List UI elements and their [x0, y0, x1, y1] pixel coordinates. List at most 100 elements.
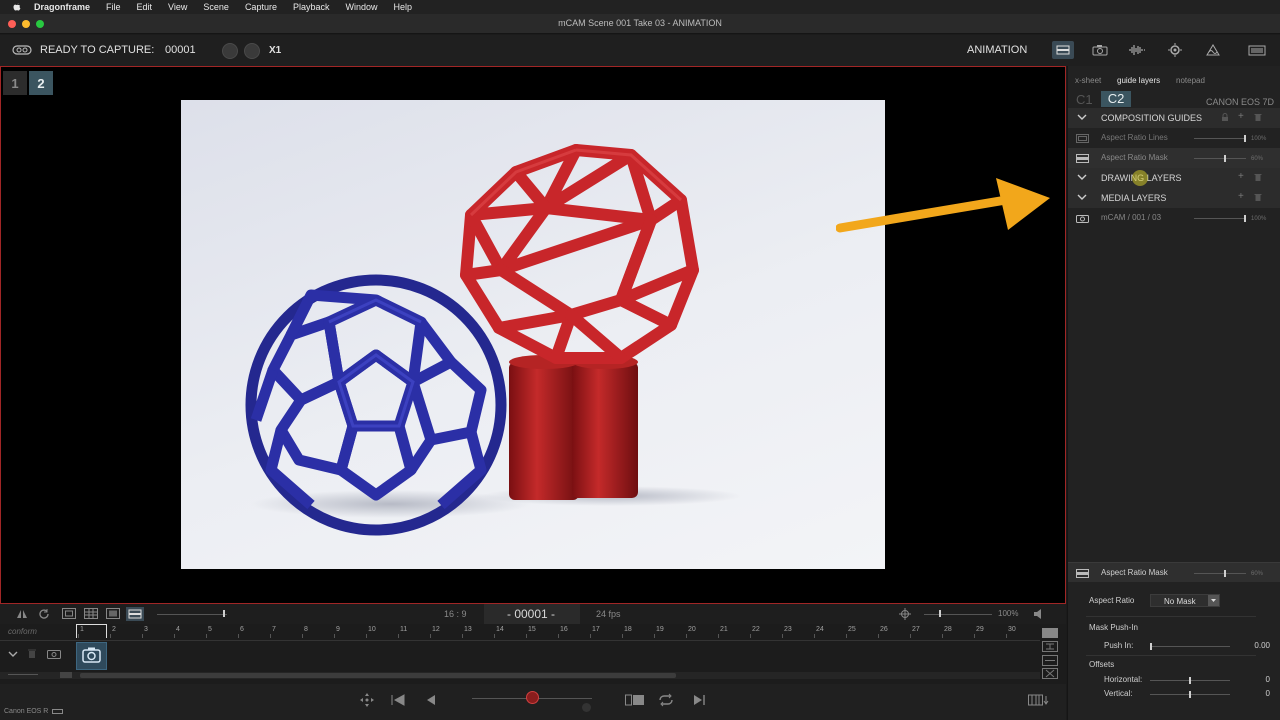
aspect-mask-toggle-icon[interactable] — [126, 607, 144, 621]
add-drawing-layer-icon[interactable]: + — [1238, 171, 1244, 182]
opacity-slider-thumb[interactable] — [1244, 135, 1246, 142]
capture-dot-button[interactable] — [222, 43, 238, 59]
chevron-down-icon[interactable] — [1077, 113, 1087, 121]
frame-thumbnail[interactable] — [76, 642, 107, 670]
scroll-handle[interactable] — [60, 672, 72, 678]
menu-help[interactable]: Help — [394, 2, 413, 12]
layer-aspect-ratio-mask[interactable]: Aspect Ratio Mask 60% — [1068, 148, 1280, 168]
add-guide-icon[interactable]: + — [1238, 111, 1244, 122]
menu-scene[interactable]: Scene — [203, 2, 229, 12]
frame-display[interactable]: - 00001 - — [507, 607, 555, 621]
frame-tick-label: 28 — [944, 626, 952, 633]
horizontal-offset-thumb[interactable] — [1189, 677, 1191, 684]
layout-panel-icon[interactable] — [1246, 41, 1268, 59]
vertical-value[interactable]: 0 — [1242, 689, 1270, 698]
view-opacity-thumb[interactable] — [223, 610, 225, 617]
menu-playback[interactable]: Playback — [293, 2, 330, 12]
flip-icon[interactable] — [16, 608, 28, 620]
add-media-layer-icon[interactable]: + — [1238, 191, 1244, 202]
opacity-slider-thumb[interactable] — [1224, 155, 1226, 162]
loop-playback-icon[interactable] — [657, 693, 675, 707]
short-play-icon[interactable] — [625, 694, 645, 706]
close-track-icon[interactable] — [1042, 668, 1058, 679]
menu-capture[interactable]: Capture — [245, 2, 277, 12]
play-live-icon[interactable] — [692, 693, 706, 707]
zoom-slider[interactable] — [924, 614, 992, 615]
lighting-dmx-icon[interactable] — [1202, 41, 1224, 59]
current-frame-marker[interactable] — [76, 624, 107, 638]
menu-window[interactable]: Window — [346, 2, 378, 12]
menu-view[interactable]: View — [168, 2, 187, 12]
trash-icon[interactable] — [1254, 193, 1262, 202]
trash-icon[interactable] — [1254, 173, 1262, 182]
layer-aspect-ratio-lines[interactable]: Aspect Ratio Lines 100% — [1068, 128, 1280, 148]
frame-tick-label: 14 — [496, 626, 504, 633]
chevron-down-icon[interactable] — [8, 650, 18, 658]
tab-notepad[interactable]: notepad — [1176, 76, 1205, 85]
expand-icon[interactable] — [1042, 641, 1058, 652]
opacity-slider[interactable] — [1194, 573, 1246, 574]
camera-tab-c2[interactable]: C2 — [1101, 91, 1131, 107]
layer-media-item[interactable]: mCAM / 001 / 03 100% — [1068, 208, 1280, 228]
camera-tab-1[interactable]: 1 — [3, 71, 27, 95]
fps-readout[interactable]: 24 fps — [596, 609, 621, 619]
zoom-fit-icon[interactable] — [1042, 628, 1058, 638]
push-in-slider[interactable] — [1150, 646, 1230, 647]
chevron-down-icon[interactable] — [1077, 193, 1087, 201]
zoom-slider-thumb[interactable] — [939, 610, 941, 617]
animation-view-icon[interactable] — [1052, 41, 1074, 59]
go-to-start-icon[interactable] — [390, 693, 406, 707]
opacity-slider[interactable] — [1194, 158, 1246, 159]
menu-edit[interactable]: Edit — [137, 2, 153, 12]
trash-icon[interactable] — [1254, 113, 1262, 122]
tab-guide-layers[interactable]: guide layers — [1117, 76, 1160, 85]
safe-area-icon[interactable] — [62, 608, 76, 619]
camera-tab-c1[interactable]: C1 — [1076, 92, 1093, 107]
scrollbar-thumb[interactable] — [80, 673, 676, 678]
camera-tab-2[interactable]: 2 — [29, 71, 53, 95]
opacity-slider[interactable] — [1194, 138, 1246, 139]
opacity-slider[interactable] — [1194, 218, 1246, 219]
exposure-multiplier[interactable]: X1 — [269, 45, 281, 56]
apple-icon[interactable] — [12, 2, 22, 12]
audio-waveform-icon[interactable] — [1126, 41, 1148, 59]
step-back-icon[interactable] — [424, 693, 436, 707]
vertical-offset-thumb[interactable] — [1189, 691, 1191, 698]
crosshair-icon[interactable] — [899, 608, 911, 620]
section-drawing-layers[interactable]: DRAWING LAYERS + — [1068, 168, 1280, 188]
push-in-slider-thumb[interactable] — [1150, 643, 1152, 650]
chevron-down-icon[interactable] — [1208, 595, 1219, 606]
timeline[interactable]: conform 1 2 3 4 5 6 7 8 9 10 11 12 13 14 15 16 17 18 19 20 2… — [0, 624, 1066, 684]
chevron-down-icon[interactable] — [1077, 173, 1087, 181]
collapse-icon[interactable] — [1042, 655, 1058, 666]
frame-tick-mark — [942, 634, 943, 638]
lock-icon[interactable] — [1221, 113, 1229, 122]
aspect-ratio-select[interactable]: No Mask — [1150, 594, 1220, 607]
grid-icon[interactable] — [84, 608, 98, 619]
section-media-layers[interactable]: MEDIA LAYERS + — [1068, 188, 1280, 208]
speaker-icon[interactable] — [1033, 608, 1045, 620]
move-icon[interactable] — [360, 693, 374, 707]
trash-icon[interactable] — [27, 648, 37, 659]
menu-file[interactable]: File — [106, 2, 121, 12]
push-in-value[interactable]: 0.00 — [1242, 641, 1270, 650]
refresh-icon[interactable] — [38, 608, 50, 620]
tab-x-sheet[interactable]: x-sheet — [1075, 76, 1101, 85]
timeline-zoom-icon[interactable] — [1028, 693, 1050, 707]
loop-icon[interactable] — [12, 45, 32, 55]
preview-dot-button[interactable] — [244, 43, 260, 59]
opacity-slider-thumb[interactable] — [1244, 215, 1246, 222]
camera-icon[interactable] — [47, 648, 61, 659]
view-opacity-slider[interactable] — [157, 614, 227, 615]
horizontal-value[interactable]: 0 — [1242, 675, 1270, 684]
frame-ruler[interactable]: 1 2 3 4 5 6 7 8 9 10 11 12 13 14 15 16 17 18 19 20 21 22 23 24 2… — [0, 624, 1040, 640]
camera-icon[interactable] — [1089, 41, 1111, 59]
playback-slider-thumb[interactable] — [526, 691, 539, 704]
frame-guide-icon[interactable] — [106, 608, 120, 619]
section-composition-guides[interactable]: COMPOSITION GUIDES + — [1068, 108, 1280, 128]
motion-control-icon[interactable] — [1164, 41, 1186, 59]
menu-app-name[interactable]: Dragonframe — [34, 2, 90, 12]
scroll-zoom-slider[interactable] — [8, 674, 38, 675]
timeline-scrollbar[interactable] — [0, 672, 1040, 679]
opacity-slider-thumb[interactable] — [1224, 570, 1226, 577]
